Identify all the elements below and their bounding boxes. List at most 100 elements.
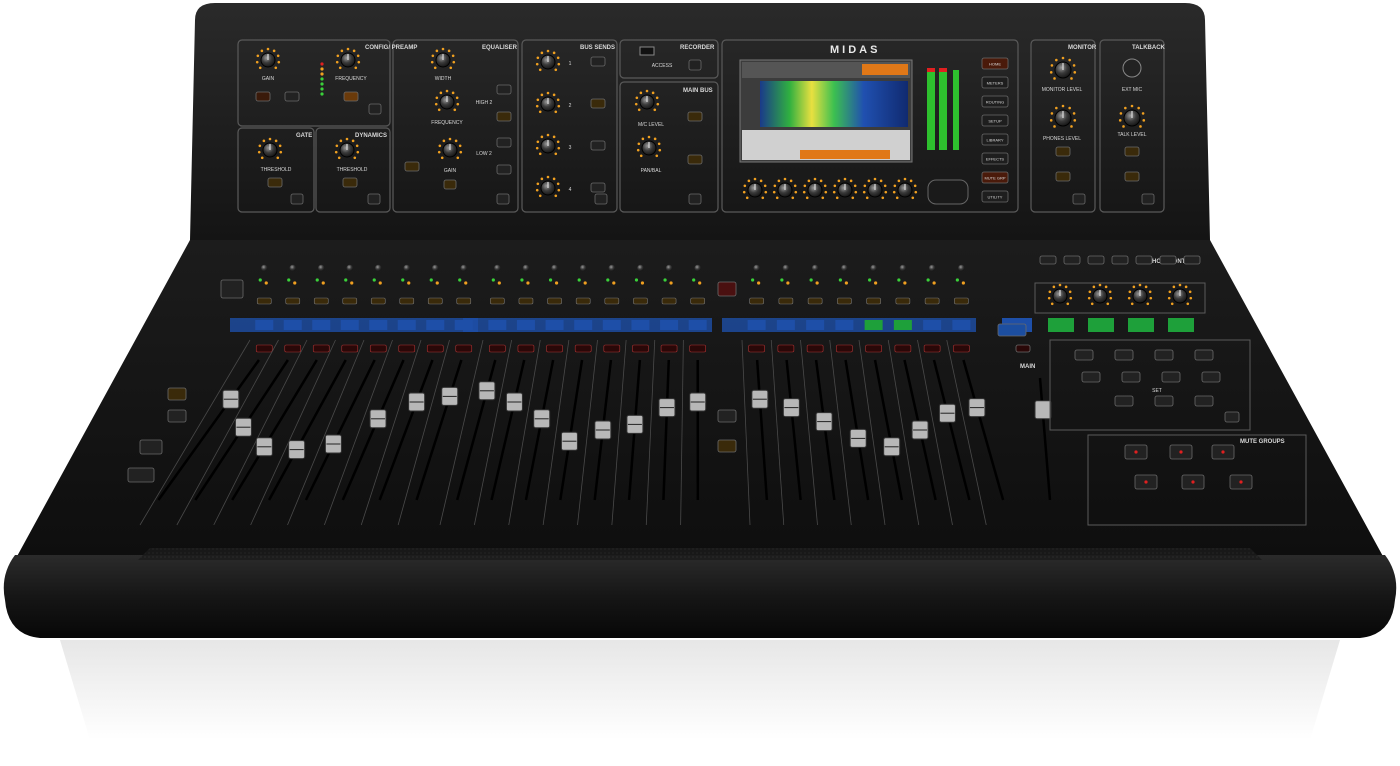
show-control-button-10[interactable] bbox=[1155, 396, 1173, 406]
ext-mic-xlr-socket[interactable] bbox=[1123, 59, 1141, 77]
channel-8-mute-button[interactable] bbox=[456, 345, 472, 352]
channel-7-select-knob[interactable] bbox=[432, 265, 438, 271]
channel-13-solo-button[interactable] bbox=[605, 298, 619, 304]
channel-1-solo-button[interactable] bbox=[257, 298, 271, 304]
talk-b-button[interactable] bbox=[1125, 172, 1139, 181]
channel-17-select-knob[interactable] bbox=[753, 265, 759, 271]
talkback-view-button[interactable] bbox=[1142, 194, 1154, 204]
channel-22-select-knob[interactable] bbox=[900, 265, 906, 271]
channel-2-select-knob[interactable] bbox=[290, 265, 296, 271]
channel-8-select-knob[interactable] bbox=[461, 265, 467, 271]
top-row-button-5[interactable] bbox=[1136, 256, 1152, 264]
bus-send-4-button[interactable] bbox=[591, 183, 605, 192]
talk-a-button[interactable] bbox=[1125, 147, 1139, 156]
channel-12-mute-button[interactable] bbox=[575, 345, 591, 352]
channel-15-select-knob[interactable] bbox=[666, 265, 672, 271]
channel-6-solo-button[interactable] bbox=[400, 298, 414, 304]
channel-2-mute-button[interactable] bbox=[285, 345, 301, 352]
channel-21-mute-button[interactable] bbox=[866, 345, 882, 352]
top-row-button-1[interactable] bbox=[1040, 256, 1056, 264]
channel-inputs-button[interactable] bbox=[221, 280, 243, 298]
channel-16-mute-button[interactable] bbox=[690, 345, 706, 352]
bus-send-2-button[interactable] bbox=[591, 99, 605, 108]
eq-band-high2-button[interactable] bbox=[497, 112, 511, 121]
left-layer-button-1[interactable] bbox=[168, 388, 186, 400]
channel-23-mute-button[interactable] bbox=[924, 345, 940, 352]
channel-23-solo-button[interactable] bbox=[925, 298, 939, 304]
channel-8-solo-button[interactable] bbox=[457, 298, 471, 304]
center-layer-button-2[interactable] bbox=[718, 440, 736, 452]
left-layer-button-4[interactable] bbox=[128, 468, 154, 482]
channel-13-select-knob[interactable] bbox=[609, 265, 615, 271]
channel-5-select-knob[interactable] bbox=[375, 265, 381, 271]
channel-3-mute-button[interactable] bbox=[313, 345, 329, 352]
show-control-button-11[interactable] bbox=[1195, 396, 1213, 406]
screen-navigation-pad[interactable] bbox=[928, 180, 968, 204]
channel-18-select-knob[interactable] bbox=[783, 265, 789, 271]
top-row-button-3[interactable] bbox=[1088, 256, 1104, 264]
channel-10-select-knob[interactable] bbox=[523, 265, 529, 271]
channel-10-solo-button[interactable] bbox=[519, 298, 533, 304]
config-view-button[interactable] bbox=[369, 104, 381, 114]
channel-9-solo-button[interactable] bbox=[490, 298, 504, 304]
channel-4-solo-button[interactable] bbox=[343, 298, 357, 304]
top-row-button-4[interactable] bbox=[1112, 256, 1128, 264]
channel-12-select-knob[interactable] bbox=[580, 265, 586, 271]
channel-7-solo-button[interactable] bbox=[428, 298, 442, 304]
left-layer-button-2[interactable] bbox=[168, 410, 186, 422]
channel-21-solo-button[interactable] bbox=[867, 298, 881, 304]
channel-18-mute-button[interactable] bbox=[778, 345, 794, 352]
channel-19-select-knob[interactable] bbox=[812, 265, 818, 271]
show-control-button-1[interactable] bbox=[1075, 350, 1093, 360]
eq-band-low-button[interactable] bbox=[497, 165, 511, 174]
channel-9-mute-button[interactable] bbox=[489, 345, 505, 352]
channel-19-mute-button[interactable] bbox=[807, 345, 823, 352]
channel-24-solo-button[interactable] bbox=[954, 298, 968, 304]
channel-14-solo-button[interactable] bbox=[633, 298, 647, 304]
show-control-button-3[interactable] bbox=[1155, 350, 1173, 360]
channel-18-solo-button[interactable] bbox=[779, 298, 793, 304]
main-mute-button[interactable] bbox=[1016, 345, 1030, 352]
main-bus-lr-button[interactable] bbox=[688, 155, 702, 164]
channel-11-select-knob[interactable] bbox=[551, 265, 557, 271]
channel-23-select-knob[interactable] bbox=[929, 265, 935, 271]
channel-6-mute-button[interactable] bbox=[399, 345, 415, 352]
channel-11-solo-button[interactable] bbox=[548, 298, 562, 304]
channel-17-mute-button[interactable] bbox=[749, 345, 765, 352]
polarity-button[interactable] bbox=[256, 92, 270, 101]
center-layer-button-1[interactable] bbox=[718, 410, 736, 422]
top-row-button-6[interactable] bbox=[1160, 256, 1176, 264]
channel-21-select-knob[interactable] bbox=[870, 265, 876, 271]
dyn-view-button[interactable] bbox=[368, 194, 380, 204]
channel-5-solo-button[interactable] bbox=[371, 298, 385, 304]
monitor-mono-button[interactable] bbox=[1056, 147, 1070, 156]
top-row-button-7[interactable] bbox=[1184, 256, 1200, 264]
highpass-button[interactable] bbox=[344, 92, 358, 101]
comp-button[interactable] bbox=[343, 178, 357, 187]
channel-1-mute-button[interactable] bbox=[256, 345, 272, 352]
show-control-button-4[interactable] bbox=[1195, 350, 1213, 360]
channel-15-mute-button[interactable] bbox=[661, 345, 677, 352]
channel-19-solo-button[interactable] bbox=[808, 298, 822, 304]
channel-6-select-knob[interactable] bbox=[404, 265, 410, 271]
channel-20-select-knob[interactable] bbox=[841, 265, 847, 271]
channel-20-solo-button[interactable] bbox=[837, 298, 851, 304]
eq-on-button[interactable] bbox=[444, 180, 456, 189]
channel-20-mute-button[interactable] bbox=[836, 345, 852, 352]
channel-13-mute-button[interactable] bbox=[604, 345, 620, 352]
show-control-button-7[interactable] bbox=[1162, 372, 1180, 382]
eq-view-button[interactable] bbox=[497, 194, 509, 204]
main-bus-view-button[interactable] bbox=[689, 194, 701, 204]
show-control-button-5[interactable] bbox=[1082, 372, 1100, 382]
top-row-button-2[interactable] bbox=[1064, 256, 1080, 264]
channel-16-select-knob[interactable] bbox=[694, 265, 700, 271]
channel-14-select-knob[interactable] bbox=[637, 265, 643, 271]
channel-10-mute-button[interactable] bbox=[518, 345, 534, 352]
channel-5-mute-button[interactable] bbox=[370, 345, 386, 352]
bus-send-3-button[interactable] bbox=[591, 141, 605, 150]
channel-7-mute-button[interactable] bbox=[427, 345, 443, 352]
channel-14-mute-button[interactable] bbox=[632, 345, 648, 352]
channel-12-solo-button[interactable] bbox=[576, 298, 590, 304]
show-control-button-6[interactable] bbox=[1122, 372, 1140, 382]
channel-1-select-knob[interactable] bbox=[261, 265, 267, 271]
